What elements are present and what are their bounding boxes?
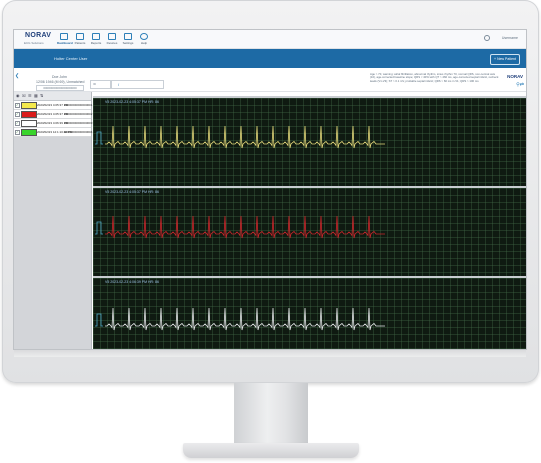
nav-label: Devices xyxy=(106,41,118,45)
gear-icon[interactable] xyxy=(484,35,490,41)
nav-label: Help xyxy=(140,41,148,45)
ecg-panel-label: V5 2023-02-23 4:06:39 PM HR: 86 xyxy=(105,280,159,284)
record-color-swatch xyxy=(21,120,37,127)
ecg-trace xyxy=(105,215,385,239)
nav-reports[interactable]: Reports xyxy=(89,33,103,47)
devices-icon xyxy=(108,33,116,40)
patient-name: Doe John xyxy=(52,75,67,79)
ecg-panel-label: V5 2023-02-23 4:05:37 PM HR: 86 xyxy=(105,190,159,194)
ecg-trace xyxy=(105,307,385,331)
nav-patients[interactable]: Patients xyxy=(73,33,87,47)
ecg-panel-2[interactable]: V5 2023-02-23 4:05:37 PM HR: 86 xyxy=(93,186,526,276)
eye-icon[interactable]: ◉ xyxy=(16,94,20,98)
patient-id-field[interactable]: 00000000000000000000 xyxy=(36,85,84,91)
record-checkbox[interactable]: ✓ xyxy=(15,112,20,117)
list-icon[interactable]: ☰ xyxy=(28,94,32,98)
trash-icon[interactable]: ☒ xyxy=(22,94,26,98)
record-color-swatch xyxy=(21,102,37,109)
monitor-stand-neck xyxy=(234,383,308,445)
ecg-trace xyxy=(105,125,385,149)
search-input[interactable]: ID xyxy=(90,80,111,89)
record-id: 00000000000000003 xyxy=(64,121,93,125)
grid-icon[interactable]: ▦ xyxy=(34,94,38,98)
recordings-sidebar: ◉ ☒ ☰ ▦ ⇅ ✓ 2023/02/23 4:05:37 PM 00000000… xyxy=(14,92,92,349)
nav-devices[interactable]: Devices xyxy=(105,33,119,47)
zoom-icon[interactable]: ⚲⇄ xyxy=(516,82,524,88)
header-bar: Holter Center User + New Patient xyxy=(14,49,526,68)
page-title: Holter Center User xyxy=(54,56,88,61)
record-color-swatch xyxy=(21,111,37,118)
nav-label: Reports xyxy=(90,41,102,45)
calibration-pulse xyxy=(95,313,103,327)
interpretation-text: Age > 70, warning: atrial fibrillation, … xyxy=(370,73,499,83)
monitor-stand-base xyxy=(183,443,359,458)
ecg-trace-svg xyxy=(95,215,385,239)
nav-label: Settings xyxy=(122,41,134,45)
ecg-panel-1[interactable]: V5 2023-02-23 4:05:37 PM HR: 86 xyxy=(93,96,526,186)
monitor-chin xyxy=(14,349,526,357)
record-id: 00000000000000004 xyxy=(64,130,93,134)
record-row[interactable]: ✓ 2023/02/23 4:05:37 PM 00000000000000001 xyxy=(14,101,93,110)
sort-icon[interactable]: ⇅ xyxy=(40,94,44,98)
ecg-trace-svg xyxy=(95,125,385,149)
patient-meta: 12/06 1946 (M 69), Unmatched xyxy=(36,80,85,84)
collapse-icon[interactable]: ❮ xyxy=(15,73,19,79)
nav-label: Patients xyxy=(74,41,86,45)
screen: NORAV ECG Solutions Dashboard Patients R… xyxy=(14,30,526,349)
patient-header: ❮ Doe John 12/06 1946 (M 69), Unmatched … xyxy=(14,69,526,92)
record-row[interactable]: ✓ 2023/02/23 4:05:37 PM 00000000000000002 xyxy=(14,110,93,119)
nav-label: Dashboard xyxy=(57,41,73,45)
help-icon xyxy=(140,33,148,40)
ecg-trace-svg xyxy=(95,307,385,331)
record-checkbox[interactable]: ✓ xyxy=(15,103,20,108)
settings-icon xyxy=(124,33,132,40)
nav-dashboard[interactable]: Dashboard xyxy=(57,33,73,47)
brand-logo[interactable]: NORAV xyxy=(25,32,51,39)
brand-small: NORAV xyxy=(507,74,523,79)
record-row[interactable]: ✓ 2023/02/23 12:1:10:42 PM 000000000000000… xyxy=(14,128,93,137)
record-row[interactable]: ✓ 2023/02/23 4:06:39 PM 00000000000000003 xyxy=(14,119,93,128)
dashboard-icon xyxy=(60,33,68,40)
user-menu[interactable]: Username xyxy=(502,36,518,40)
calibration-pulse xyxy=(95,131,103,145)
top-navbar: NORAV ECG Solutions Dashboard Patients R… xyxy=(14,30,526,49)
record-id: 00000000000000001 xyxy=(64,103,93,107)
record-color-swatch xyxy=(21,129,37,136)
nav-help[interactable]: Help xyxy=(137,33,151,47)
new-patient-button[interactable]: + New Patient xyxy=(490,54,520,65)
brand-subtitle: ECG Solutions xyxy=(24,41,44,45)
record-checkbox[interactable]: ✓ xyxy=(15,130,20,135)
calibration-pulse xyxy=(95,221,103,235)
record-checkbox[interactable]: ✓ xyxy=(15,121,20,126)
reports-icon xyxy=(92,33,100,40)
nav-settings[interactable]: Settings xyxy=(121,33,135,47)
edit-field[interactable]: / xyxy=(111,80,164,89)
patients-icon xyxy=(76,33,84,40)
ecg-panel-3[interactable]: V5 2023-02-23 4:06:39 PM HR: 86 xyxy=(93,276,526,349)
sidebar-toolbar: ◉ ☒ ☰ ▦ ⇅ xyxy=(14,92,91,101)
ecg-panel-label: V5 2023-02-23 4:05:37 PM HR: 86 xyxy=(105,100,159,104)
record-id: 00000000000000002 xyxy=(64,112,93,116)
